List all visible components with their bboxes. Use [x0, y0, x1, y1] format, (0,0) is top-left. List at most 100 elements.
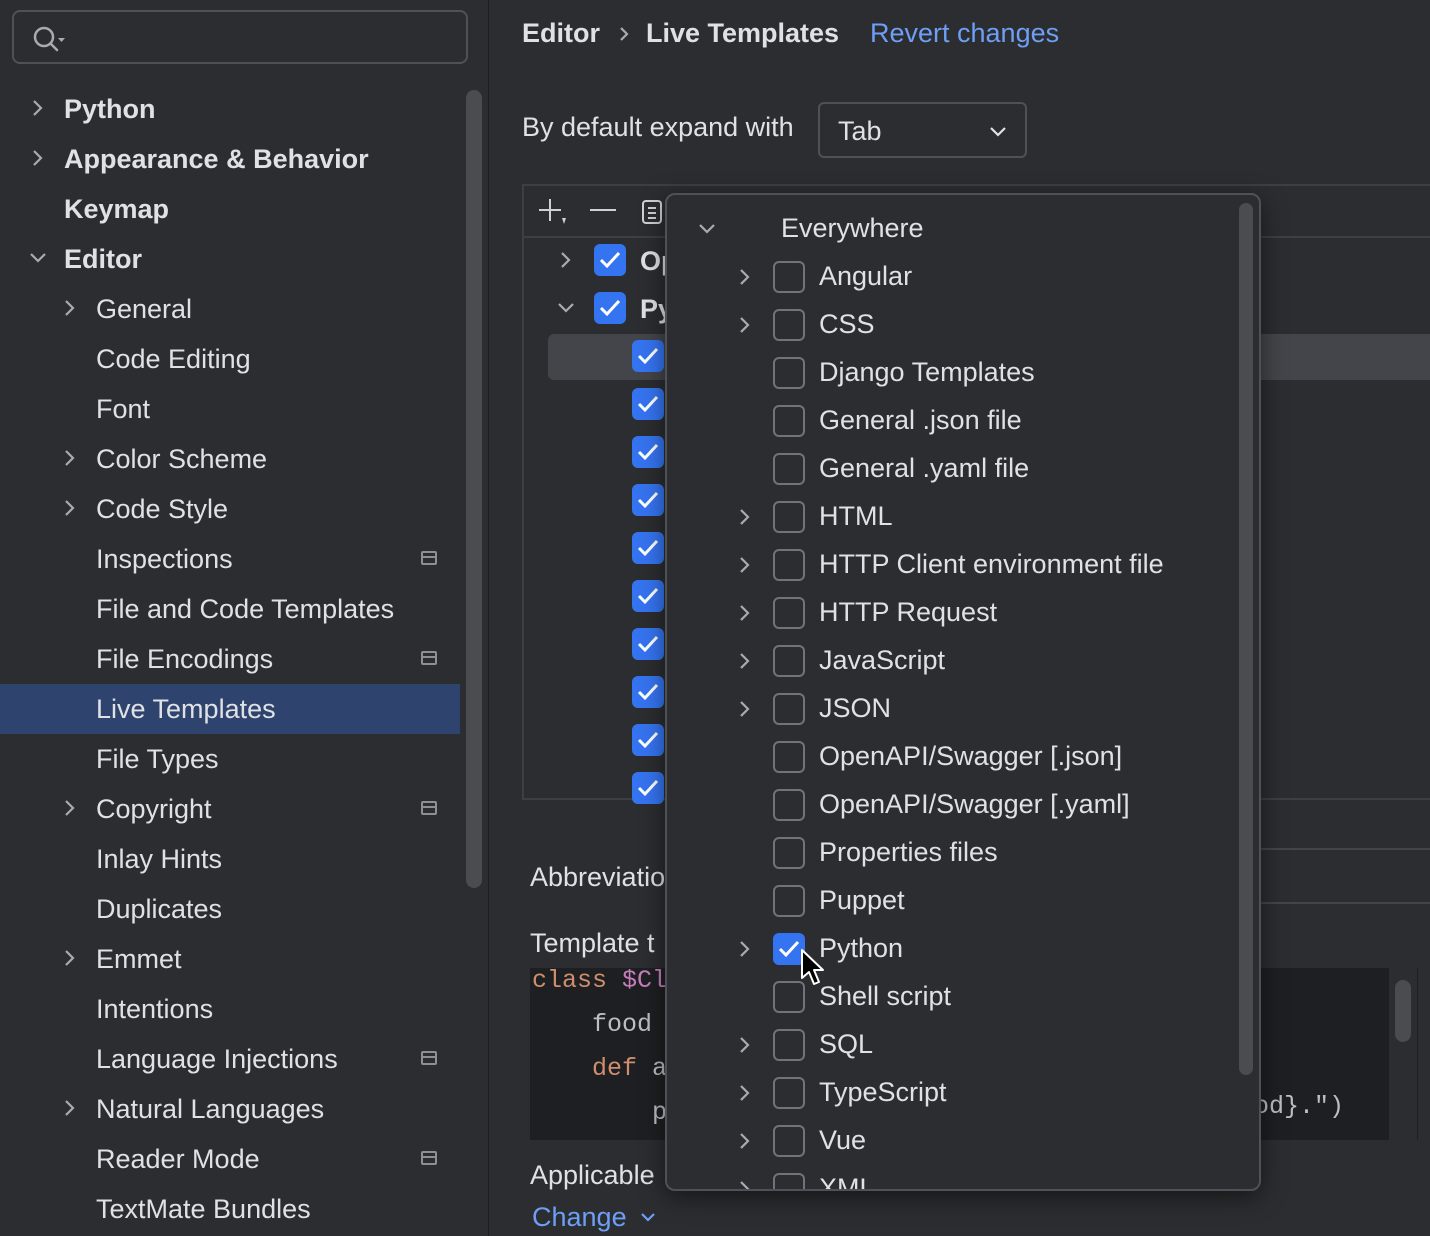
checkbox[interactable]	[773, 1173, 805, 1189]
sidebar-scrollbar[interactable]	[466, 90, 482, 888]
search-field[interactable]	[12, 10, 468, 64]
chevron-right-icon[interactable]	[735, 315, 755, 335]
checkbox[interactable]	[773, 645, 805, 677]
chevron-right-icon[interactable]	[60, 498, 80, 518]
sidebar-item-file-types[interactable]: File Types	[0, 734, 460, 784]
context-item-puppet[interactable]: Puppet	[667, 877, 1227, 925]
context-item-openapi-swagger-yaml[interactable]: OpenAPI/Swagger [.yaml]	[667, 781, 1227, 829]
sidebar-item-live-templates[interactable]: Live Templates	[0, 684, 460, 734]
sidebar-item-editor[interactable]: Editor	[0, 234, 460, 284]
context-item-openapi-swagger-json[interactable]: OpenAPI/Swagger [.json]	[667, 733, 1227, 781]
checkbox[interactable]	[594, 244, 626, 276]
chevron-right-icon[interactable]	[735, 699, 755, 719]
context-item-angular[interactable]: Angular	[667, 253, 1227, 301]
checkbox[interactable]	[773, 693, 805, 725]
checkbox[interactable]	[773, 309, 805, 341]
sidebar-item-file-and-code-templates[interactable]: File and Code Templates	[0, 584, 460, 634]
chevron-right-icon[interactable]	[735, 939, 755, 959]
context-item-everywhere[interactable]: Everywhere	[667, 205, 1227, 253]
sidebar-item-code-style[interactable]: Code Style	[0, 484, 460, 534]
checkbox[interactable]	[773, 453, 805, 485]
sidebar-item-general[interactable]: General	[0, 284, 460, 334]
checkbox[interactable]	[632, 340, 664, 372]
context-item-xml[interactable]: XML	[667, 1165, 1227, 1191]
breadcrumb-parent[interactable]: Editor	[522, 18, 600, 49]
sidebar-item-emmet[interactable]: Emmet	[0, 934, 460, 984]
checkbox[interactable]	[773, 549, 805, 581]
checkbox[interactable]	[632, 628, 664, 660]
checkbox[interactable]	[632, 772, 664, 804]
checkbox[interactable]	[632, 436, 664, 468]
checkbox[interactable]	[632, 484, 664, 516]
chevron-right-icon[interactable]	[60, 448, 80, 468]
sidebar-item-copyright[interactable]: Copyright	[0, 784, 460, 834]
chevron-right-icon[interactable]	[735, 1035, 755, 1055]
remove-icon[interactable]	[588, 196, 618, 226]
checkbox[interactable]	[773, 1029, 805, 1061]
chevron-right-icon[interactable]	[60, 798, 80, 818]
checkbox[interactable]	[773, 405, 805, 437]
copy-icon[interactable]	[640, 196, 666, 228]
checkbox[interactable]	[773, 789, 805, 821]
add-icon[interactable]	[536, 196, 568, 228]
sidebar-item-inlay-hints[interactable]: Inlay Hints	[0, 834, 460, 884]
chevron-right-icon[interactable]	[735, 1131, 755, 1151]
chevron-down-icon[interactable]	[28, 248, 48, 268]
sidebar-item-color-scheme[interactable]: Color Scheme	[0, 434, 460, 484]
editor-scrollbar[interactable]	[1389, 968, 1417, 1140]
sidebar-item-code-editing[interactable]: Code Editing	[0, 334, 460, 384]
chevron-right-icon[interactable]	[60, 1098, 80, 1118]
context-item-html[interactable]: HTML	[667, 493, 1227, 541]
change-contexts-link[interactable]: Change	[532, 1202, 658, 1233]
context-item-shell-script[interactable]: Shell script	[667, 973, 1227, 1021]
sidebar-item-python[interactable]: Python	[0, 84, 460, 134]
context-item-vue[interactable]: Vue	[667, 1117, 1227, 1165]
checkbox[interactable]	[632, 676, 664, 708]
checkbox[interactable]	[632, 388, 664, 420]
chevron-right-icon[interactable]	[735, 1179, 755, 1191]
popup-scrollbar[interactable]	[1239, 203, 1253, 1075]
context-item-javascript[interactable]: JavaScript	[667, 637, 1227, 685]
chevron-right-icon[interactable]	[735, 651, 755, 671]
chevron-right-icon[interactable]	[735, 603, 755, 623]
context-item-sql[interactable]: SQL	[667, 1021, 1227, 1069]
context-item-css[interactable]: CSS	[667, 301, 1227, 349]
context-item-json[interactable]: JSON	[667, 685, 1227, 733]
sidebar-item-appearance-behavior[interactable]: Appearance & Behavior	[0, 134, 460, 184]
context-item-general-json-file[interactable]: General .json file	[667, 397, 1227, 445]
checkbox[interactable]	[773, 1077, 805, 1109]
checkbox[interactable]	[773, 837, 805, 869]
context-item-http-client-environment-file[interactable]: HTTP Client environment file	[667, 541, 1227, 589]
chevron-right-icon[interactable]	[735, 1083, 755, 1103]
sidebar-item-font[interactable]: Font	[0, 384, 460, 434]
checkbox[interactable]	[594, 292, 626, 324]
sidebar-item-duplicates[interactable]: Duplicates	[0, 884, 460, 934]
context-item-http-request[interactable]: HTTP Request	[667, 589, 1227, 637]
chevron-right-icon[interactable]	[735, 267, 755, 287]
checkbox[interactable]	[773, 741, 805, 773]
revert-changes-link[interactable]: Revert changes	[870, 18, 1059, 49]
sidebar-item-language-injections[interactable]: Language Injections	[0, 1034, 460, 1084]
context-item-django-templates[interactable]: Django Templates	[667, 349, 1227, 397]
sidebar-item-textmate-bundles[interactable]: TextMate Bundles	[0, 1184, 460, 1234]
context-item-python[interactable]: Python	[667, 925, 1227, 973]
context-item-properties-files[interactable]: Properties files	[667, 829, 1227, 877]
sidebar-item-keymap[interactable]: Keymap	[0, 184, 460, 234]
checkbox[interactable]	[632, 532, 664, 564]
chevron-down-icon[interactable]	[697, 219, 717, 239]
chevron-right-icon[interactable]	[735, 507, 755, 527]
checkbox[interactable]	[632, 580, 664, 612]
context-item-general-yaml-file[interactable]: General .yaml file	[667, 445, 1227, 493]
checkbox[interactable]	[773, 1125, 805, 1157]
sidebar-item-inspections[interactable]: Inspections	[0, 534, 460, 584]
sidebar-item-natural-languages[interactable]: Natural Languages	[0, 1084, 460, 1134]
chevron-right-icon[interactable]	[556, 250, 576, 270]
chevron-right-icon[interactable]	[60, 298, 80, 318]
checkbox[interactable]	[773, 261, 805, 293]
sidebar-item-file-encodings[interactable]: File Encodings	[0, 634, 460, 684]
chevron-down-icon[interactable]	[556, 298, 576, 318]
checkbox[interactable]	[773, 885, 805, 917]
checkbox[interactable]	[773, 597, 805, 629]
search-input[interactable]	[78, 20, 462, 56]
chevron-right-icon[interactable]	[60, 948, 80, 968]
